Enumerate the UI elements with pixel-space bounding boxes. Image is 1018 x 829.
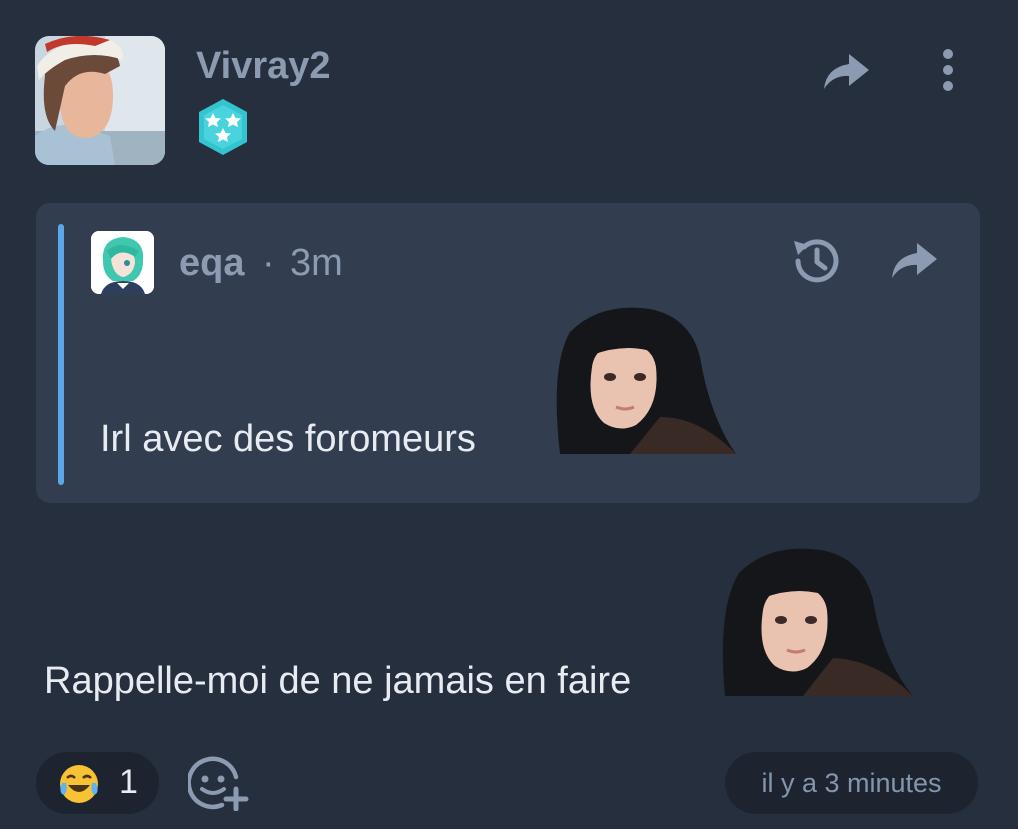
quoted-message[interactable]: eqa · 3m Irl avec des foromeurs [36,203,980,503]
quote-share-icon[interactable] [889,241,939,281]
tears-of-joy-emoji-icon [58,763,100,805]
quote-author-avatar[interactable] [91,231,154,294]
quote-separator: · [262,242,275,284]
post-timestamp: il y a 3 minutes [725,752,978,814]
add-reaction-icon[interactable] [186,755,250,812]
three-stars-badge-icon [195,97,251,157]
quote-author-name[interactable]: eqa [179,242,244,285]
history-icon[interactable] [788,235,844,287]
author-name[interactable]: Vivray2 [196,45,331,88]
post-text: Rappelle-moi de ne jamais en faire [44,660,632,702]
more-options-icon[interactable] [935,48,961,92]
girl-sticker-image [717,548,913,696]
quote-time: 3m [290,242,343,284]
share-icon[interactable] [821,52,871,92]
author-avatar[interactable] [35,36,165,165]
reaction-count: 1 [119,763,138,801]
reaction-chip[interactable]: 1 [36,752,159,814]
girl-sticker-image [540,307,736,454]
post-card: Vivray2 eqa · 3m Irl avec des foromeurs … [0,0,1018,829]
quote-accent-bar [58,224,64,485]
quote-text: Irl avec des foromeurs [100,418,476,460]
